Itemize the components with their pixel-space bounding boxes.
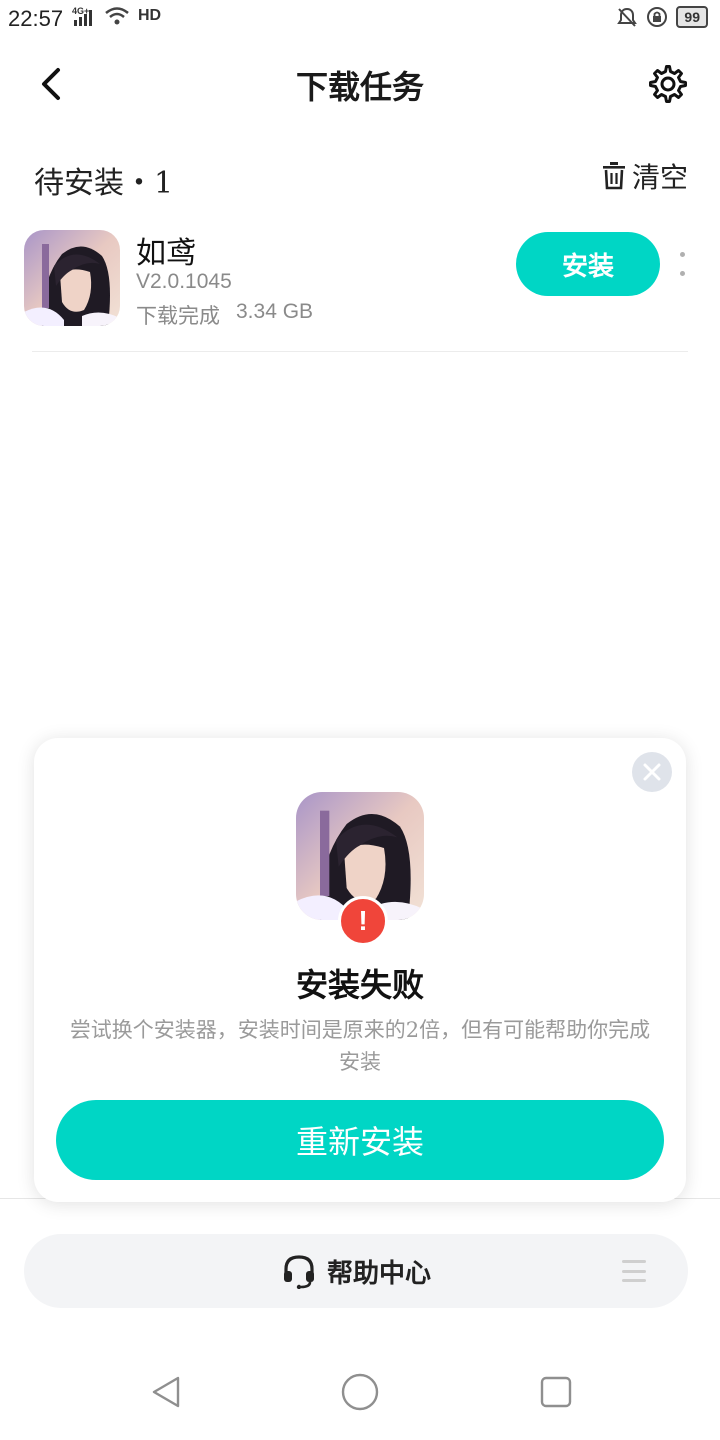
install-button[interactable]: 安装 [516, 232, 660, 296]
page-title: 下载任务 [295, 68, 424, 106]
error-badge-icon: ! [338, 896, 388, 946]
more-options-icon[interactable] [672, 252, 692, 276]
row-divider [32, 351, 688, 352]
game-character-icon [24, 230, 120, 326]
app-download-status: 下载完成 3.34 GB [136, 300, 313, 330]
status-left-icons: 4G+ HD [72, 6, 161, 26]
download-status-text: 下载完成 [136, 305, 220, 328]
rotation-lock-icon [647, 7, 668, 27]
close-button[interactable] [632, 752, 672, 792]
nav-recent-icon[interactable] [536, 1372, 576, 1412]
wifi-icon [105, 7, 129, 25]
help-center-button[interactable]: 帮助中心 [24, 1234, 688, 1308]
nav-home-icon[interactable] [340, 1372, 380, 1412]
battery-indicator: 99 [676, 6, 708, 28]
help-center-bar[interactable]: 帮助中心 [24, 1234, 688, 1308]
settings-button[interactable] [644, 60, 692, 108]
signal-icon: 4G+ [72, 6, 92, 26]
nav-back-icon[interactable] [146, 1372, 186, 1412]
dialog-description: 尝试换个安装器，安装时间是原来的2倍，但有可能帮助你完成安装 [69, 1018, 651, 1074]
clear-button[interactable]: 清空 [602, 156, 688, 196]
reinstall-button[interactable]: 重新安装 [56, 1100, 664, 1180]
download-size-text: 3.34 GB [236, 300, 314, 323]
status-time: 22:57 [8, 6, 64, 31]
close-icon [643, 763, 661, 781]
app-version: V2.0.1045 [136, 270, 232, 293]
dialog-title: 安装失败 [295, 966, 424, 1004]
bell-off-icon [617, 7, 638, 27]
clear-label: 清空 [631, 161, 688, 194]
install-failed-dialog: ! 安装失败 尝试换个安装器，安装时间是原来的2倍，但有可能帮助你完成安装 重新… [34, 738, 686, 1202]
section-title: 待安装・1 [34, 166, 174, 201]
status-bar: 22:57 4G+ HD 99 [0, 0, 720, 36]
status-right-icons: 99 [616, 6, 708, 28]
app-icon[interactable] [24, 230, 120, 326]
help-center-label: 帮助中心 [326, 1258, 431, 1289]
menu-lines-icon [622, 1260, 646, 1282]
app-name: 如鸢 [136, 236, 196, 271]
hd-indicator: HD [138, 7, 162, 24]
trash-icon [602, 162, 625, 190]
headset-icon [283, 1255, 314, 1289]
gear-icon [649, 65, 687, 103]
